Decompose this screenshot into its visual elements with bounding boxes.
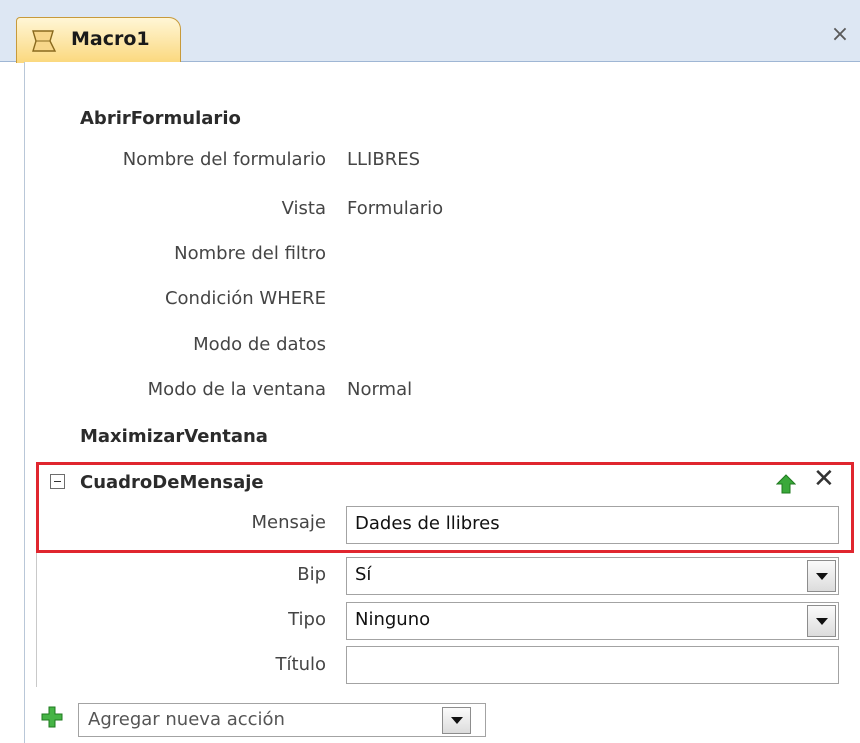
add-action-plus-icon[interactable] [41,706,63,728]
block-frame-line [36,553,37,687]
delete-action-icon[interactable]: ✕ [813,466,835,492]
arg-value[interactable]: Formulario [347,198,443,219]
close-icon[interactable]: × [828,22,852,47]
chevron-down-icon[interactable] [442,707,471,734]
tipo-value: Ninguno [355,609,431,630]
add-new-action-combo[interactable]: Agregar nueva acción [78,703,486,737]
arg-label: Condición WHERE [164,288,326,309]
bip-value: Sí [355,564,372,585]
action-title-cuadrodemensaje[interactable]: CuadroDeMensaje [80,472,264,493]
mensaje-value: Dades de llibres [355,513,500,534]
arg-value[interactable]: Normal [347,379,412,400]
move-up-icon[interactable] [776,474,796,494]
field-label-titulo: Título [275,654,326,675]
tab-label: Macro1 [71,28,150,50]
arg-label: Modo de la ventana [147,379,326,400]
arg-label: Nombre del filtro [174,243,326,264]
document-tab-strip: Macro1 × [0,0,860,63]
arg-label: Nombre del formulario [122,149,326,170]
action-title-maximizarventana[interactable]: MaximizarVentana [80,426,268,447]
arg-label: Vista [281,198,326,219]
add-action-placeholder: Agregar nueva acción [88,709,285,730]
collapse-toggle-icon[interactable] [50,474,65,489]
field-label-mensaje: Mensaje [251,512,327,533]
arg-label: Modo de datos [193,334,326,355]
arg-value[interactable]: LLIBRES [347,149,420,170]
chevron-down-icon[interactable] [807,560,836,592]
field-label-tipo: Tipo [288,609,326,630]
macro-icon [32,30,57,52]
chevron-down-icon[interactable] [807,605,836,637]
titulo-input[interactable] [346,646,839,684]
tipo-select[interactable]: Ninguno [346,602,839,640]
bip-select[interactable]: Sí [346,557,839,595]
action-title-abrirformulario[interactable]: AbrirFormulario [80,108,241,129]
tab-macro1[interactable]: Macro1 [16,17,181,63]
mensaje-input[interactable]: Dades de llibres [346,506,839,544]
field-label-bip: Bip [297,564,326,585]
